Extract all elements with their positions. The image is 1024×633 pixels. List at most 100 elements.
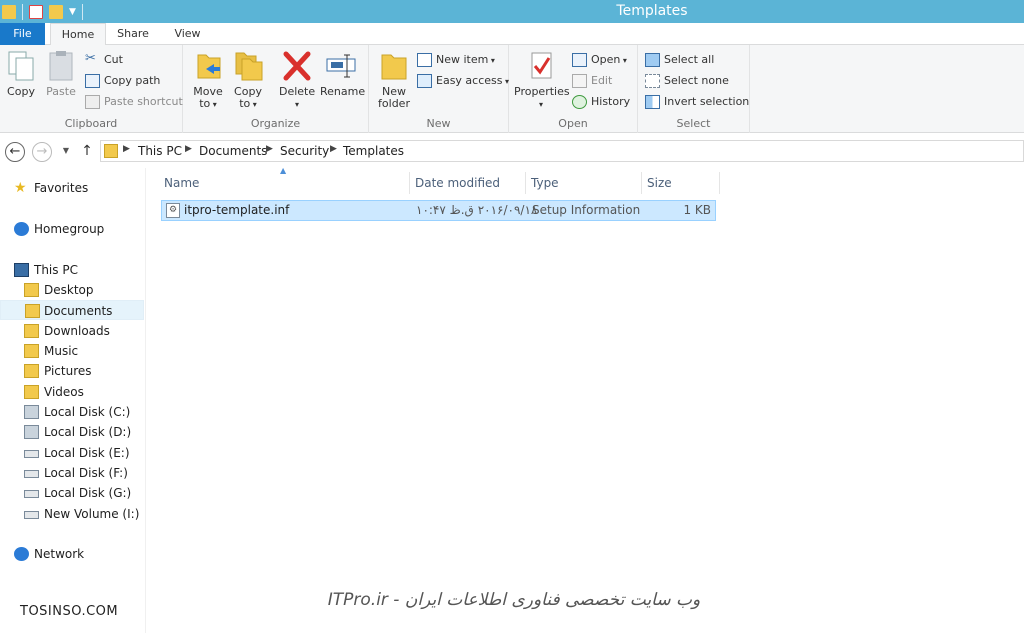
folder-icon — [24, 364, 39, 378]
drive-icon — [24, 450, 39, 458]
breadcrumb-documents[interactable]: Documents — [199, 144, 267, 158]
scissors-icon: ✂ — [85, 51, 96, 66]
open-icon — [572, 53, 587, 67]
column-header-date-modified[interactable]: Date modified — [411, 172, 526, 194]
tab-file[interactable]: File — [0, 23, 45, 45]
recent-locations-button[interactable]: ▼ — [56, 142, 76, 162]
column-header-size[interactable]: Size — [643, 172, 720, 194]
cut-button[interactable]: ✂ Cut — [85, 51, 123, 69]
new-folder-button[interactable]: New folder — [375, 49, 413, 110]
copy-icon — [5, 49, 37, 83]
breadcrumb-this-pc[interactable]: This PC — [138, 144, 182, 158]
tab-home[interactable]: Home — [50, 23, 106, 46]
easy-access-label: Easy access — [436, 74, 503, 87]
folder-icon — [24, 344, 39, 358]
nav-this-pc[interactable]: This PC — [14, 260, 134, 280]
select-none-icon — [645, 74, 660, 88]
properties-icon — [525, 49, 557, 83]
group-label-open: Open — [558, 117, 588, 130]
tab-view[interactable]: View — [160, 23, 215, 45]
file-size: 1 KB — [683, 203, 711, 217]
rename-label: Rename — [320, 85, 366, 98]
watermark-itpro: ITPro.ir - وب سایت تخصصی فناوری اطلاعات … — [327, 590, 701, 610]
file-name: itpro-template.inf — [184, 203, 290, 217]
select-none-button[interactable]: Select none — [645, 72, 729, 90]
move-to-button[interactable]: Move to ▾ — [191, 49, 225, 111]
file-row[interactable]: ⚙ itpro-template.inf ۲۰۱۶/۰۹/۱۸ ق.ظ ۱۰:۴… — [161, 200, 716, 221]
column-header-name[interactable]: Name — [160, 172, 410, 194]
paste-icon — [45, 49, 77, 83]
homegroup-icon — [14, 222, 29, 236]
nav-new-volume-i[interactable]: New Volume (I:) — [24, 504, 139, 524]
nav-favorites[interactable]: ★ Favorites — [14, 178, 134, 198]
drive-icon — [24, 490, 39, 498]
address-bar[interactable]: ▶ This PC ▶ Documents ▶ Security ▶ Templ… — [100, 140, 1024, 162]
watermark-tosinso: TOSINSO.COM — [20, 604, 119, 619]
breadcrumb-templates[interactable]: Templates — [343, 144, 404, 158]
properties-button[interactable]: Properties ▾ — [514, 49, 570, 111]
copy-label: Copy — [7, 85, 35, 98]
forward-button[interactable]: → — [32, 142, 52, 162]
folder-icon — [24, 324, 39, 338]
copy-path-label: Copy path — [104, 74, 161, 87]
easy-access-button[interactable]: Easy access ▾ — [417, 72, 509, 90]
select-all-label: Select all — [664, 53, 715, 66]
new-item-icon — [417, 53, 432, 67]
select-all-button[interactable]: Select all — [645, 51, 714, 69]
nav-local-disk-g[interactable]: Local Disk (G:) — [24, 483, 139, 503]
copy-button[interactable]: Copy — [4, 49, 38, 98]
invert-selection-button[interactable]: Invert selection — [645, 93, 749, 111]
nav-local-disk-e[interactable]: Local Disk (E:) — [24, 443, 139, 463]
new-folder-label-2: folder — [378, 97, 410, 110]
paste-shortcut-icon — [85, 95, 100, 109]
rename-icon — [325, 49, 357, 83]
new-item-button[interactable]: New item ▾ — [417, 51, 495, 69]
nav-downloads[interactable]: Downloads — [24, 321, 134, 341]
nav-desktop[interactable]: Desktop — [24, 280, 134, 300]
move-folder-icon — [192, 49, 224, 83]
group-label-organize: Organize — [250, 117, 301, 130]
nav-network[interactable]: Network — [14, 544, 134, 564]
rename-button[interactable]: Rename — [320, 49, 366, 98]
nav-local-disk-c[interactable]: Local Disk (C:) — [24, 402, 139, 422]
drive-icon — [24, 511, 39, 519]
nav-music[interactable]: Music — [24, 341, 134, 361]
paste-shortcut-button[interactable]: Paste shortcut — [85, 93, 183, 111]
nav-homegroup[interactable]: Homegroup — [14, 219, 134, 239]
group-open: Properties ▾ Open ▾ Edit History Open — [509, 45, 638, 133]
back-button[interactable]: ← — [5, 142, 25, 162]
chevron-right-icon[interactable]: ▶ — [123, 144, 130, 154]
nav-local-disk-d[interactable]: Local Disk (D:) — [24, 422, 139, 442]
computer-icon — [14, 263, 29, 277]
open-button[interactable]: Open ▾ — [572, 51, 627, 69]
invert-selection-label: Invert selection — [664, 95, 750, 108]
up-button[interactable]: ↑ — [77, 142, 97, 162]
nav-local-disk-f[interactable]: Local Disk (F:) — [24, 463, 139, 483]
tab-share[interactable]: Share — [108, 23, 158, 45]
edit-button[interactable]: Edit — [572, 72, 612, 90]
window-title: Templates — [616, 3, 688, 19]
copy-to-label-2: to — [239, 97, 251, 110]
group-new: New folder New item ▾ Easy access ▾ New — [369, 45, 509, 133]
paste-label: Paste — [46, 85, 76, 98]
paste-button[interactable]: Paste — [44, 49, 78, 98]
settings-file-icon: ⚙ — [166, 203, 180, 218]
easy-access-icon — [417, 74, 432, 88]
navigation-pane: ★ Favorites Homegroup This PC Desktop Do… — [0, 168, 146, 633]
nav-pictures[interactable]: Pictures — [24, 361, 134, 381]
copy-to-button[interactable]: Copy to ▾ — [231, 49, 265, 111]
group-label-clipboard: Clipboard — [64, 117, 118, 130]
file-date-modified: ۲۰۱۶/۰۹/۱۸ ق.ظ ۱۰:۴۷ — [416, 203, 538, 217]
chevron-right-icon[interactable]: ▶ — [330, 144, 337, 154]
copy-path-button[interactable]: Copy path — [85, 72, 160, 90]
navigation-row: ← → ▼ ↑ ▶ This PC ▶ Documents ▶ Security… — [0, 139, 1024, 165]
nav-documents[interactable]: Documents — [0, 300, 144, 320]
history-button[interactable]: History — [572, 93, 630, 111]
column-header-type[interactable]: Type — [527, 172, 642, 194]
invert-selection-icon — [645, 95, 660, 109]
breadcrumb-security[interactable]: Security — [280, 144, 329, 158]
chevron-right-icon[interactable]: ▶ — [185, 144, 192, 154]
delete-button[interactable]: Delete ▾ — [279, 49, 315, 111]
chevron-right-icon[interactable]: ▶ — [266, 144, 273, 154]
nav-videos[interactable]: Videos — [24, 382, 134, 402]
